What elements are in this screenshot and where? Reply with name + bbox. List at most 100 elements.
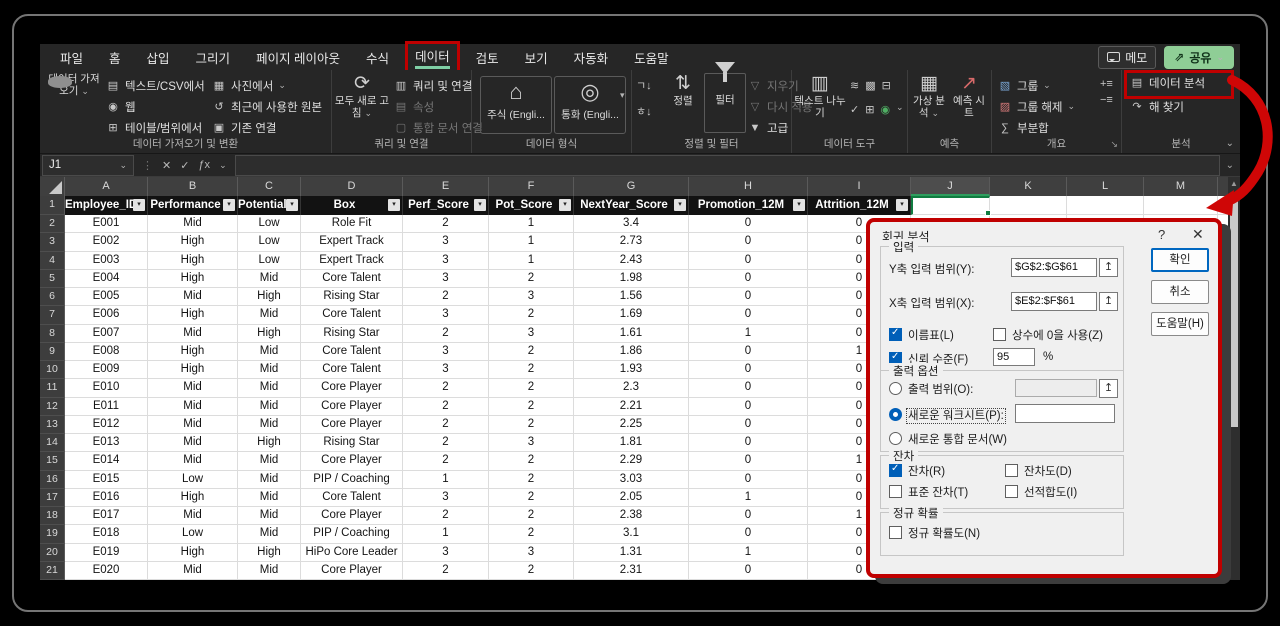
cell[interactable]: 1 <box>689 543 808 562</box>
confidence-input[interactable]: 95 <box>993 348 1035 366</box>
tab-draw[interactable]: 그리기 <box>196 48 231 67</box>
column-header-K[interactable]: K <box>990 177 1067 196</box>
cell[interactable]: E008 <box>65 342 148 361</box>
cell[interactable]: 0 <box>689 288 808 307</box>
cell[interactable]: E011 <box>65 397 148 416</box>
cell[interactable]: E004 <box>65 269 148 288</box>
cell[interactable]: High <box>148 361 238 380</box>
cell[interactable]: 0 <box>689 561 808 580</box>
cell[interactable]: 2.29 <box>574 452 689 471</box>
cell[interactable]: Mid <box>148 561 238 580</box>
cell[interactable]: Low <box>238 215 301 234</box>
filter-dropdown-button[interactable]: ▾ <box>896 199 908 211</box>
cell[interactable]: E014 <box>65 452 148 471</box>
row-number[interactable]: 18 <box>40 507 65 526</box>
y-range-input[interactable]: $G$2:$G$61 <box>1011 258 1097 277</box>
header-cell-perf-score[interactable]: Perf_Score ▾ <box>403 196 489 215</box>
cell[interactable]: 1.93 <box>574 361 689 380</box>
cell[interactable]: Expert Track <box>301 251 403 270</box>
cell[interactable]: Mid <box>238 397 301 416</box>
cell[interactable]: Low <box>148 525 238 544</box>
cell[interactable]: 2 <box>489 342 574 361</box>
cell[interactable]: 3 <box>403 488 489 507</box>
cell[interactable]: 2 <box>403 561 489 580</box>
cell[interactable]: Mid <box>148 397 238 416</box>
normal-probability-plots-checkbox[interactable]: 정규 확률도(N) <box>889 525 980 541</box>
cell[interactable]: High <box>238 434 301 453</box>
cell[interactable]: Rising Star <box>301 288 403 307</box>
cell[interactable]: Mid <box>238 269 301 288</box>
cell[interactable]: 2 <box>403 415 489 434</box>
row-number[interactable]: 5 <box>40 269 65 288</box>
row-number[interactable]: 4 <box>40 251 65 270</box>
cell[interactable]: 2 <box>403 507 489 526</box>
cell[interactable]: Mid <box>148 288 238 307</box>
column-header-C[interactable]: C <box>238 177 301 196</box>
row-number[interactable]: 10 <box>40 361 65 380</box>
cell[interactable]: Role Fit <box>301 215 403 234</box>
insert-function-button[interactable]: ƒx <box>198 159 210 171</box>
residual-plots-checkbox[interactable]: 잔차도(D) <box>1005 463 1072 479</box>
cell[interactable]: PIP / Coaching <box>301 470 403 489</box>
stocks-data-type[interactable]: ⌂ 주식 (Engli... <box>480 76 552 134</box>
from-picture-button[interactable]: ▦ 사진에서 ⌄ <box>212 75 322 96</box>
cell[interactable]: 3 <box>403 361 489 380</box>
cell[interactable]: E003 <box>65 251 148 270</box>
cell[interactable]: Core Player <box>301 379 403 398</box>
cell[interactable]: 3 <box>403 306 489 325</box>
new-workbook-radio[interactable]: 새로운 통합 문서(W) <box>889 431 1007 447</box>
ungroup-button[interactable]: ▨ 그룹 해제 ⌄ <box>998 96 1075 117</box>
scroll-up-arrow[interactable]: ▲ <box>1228 179 1240 188</box>
cell[interactable]: 1 <box>689 488 808 507</box>
column-header-B[interactable]: B <box>148 177 238 196</box>
column-header-M[interactable]: M <box>1144 177 1218 196</box>
cell[interactable]: 1 <box>489 215 574 234</box>
row-number[interactable]: 21 <box>40 561 65 580</box>
cell[interactable]: E015 <box>65 470 148 489</box>
cell[interactable]: 2 <box>489 397 574 416</box>
row-number[interactable]: 7 <box>40 306 65 325</box>
comments-button[interactable]: 메모 <box>1098 45 1157 69</box>
consolidate-button[interactable]: ⊟ <box>882 78 891 94</box>
filter-dropdown-button[interactable]: ▾ <box>223 199 235 211</box>
column-header-F[interactable]: F <box>489 177 574 196</box>
cell[interactable]: 0 <box>689 269 808 288</box>
cell[interactable]: 2 <box>403 324 489 343</box>
cancel-button[interactable]: 취소 <box>1151 280 1209 304</box>
row-number[interactable]: 15 <box>40 452 65 471</box>
formula-input[interactable] <box>234 154 1220 176</box>
cell[interactable]: 2 <box>403 452 489 471</box>
tab-home[interactable]: 홈 <box>109 48 121 67</box>
select-all-corner[interactable] <box>40 177 65 196</box>
row-number[interactable]: 17 <box>40 488 65 507</box>
solver-button[interactable]: ↷ 해 찾기 <box>1130 96 1184 117</box>
existing-connections-button[interactable]: ▣ 기존 연결 <box>212 117 322 138</box>
cell[interactable]: Mid <box>148 215 238 234</box>
cell[interactable]: Mid <box>238 361 301 380</box>
cell[interactable]: Mid <box>148 415 238 434</box>
row-number[interactable]: 1 <box>40 196 65 215</box>
text-to-columns-button[interactable]: ▥ 텍스트 나누기 <box>794 73 846 119</box>
cell[interactable]: 0 <box>689 233 808 252</box>
cell[interactable]: 1.31 <box>574 543 689 562</box>
column-header-E[interactable]: E <box>403 177 489 196</box>
tab-page-layout[interactable]: 페이지 레이아웃 <box>256 48 340 67</box>
filter-dropdown-button[interactable]: ▾ <box>559 199 571 211</box>
cell[interactable]: Mid <box>238 488 301 507</box>
show-detail-button[interactable]: +≡ <box>1100 76 1113 92</box>
cell[interactable]: 2 <box>489 269 574 288</box>
cell[interactable]: 0 <box>689 452 808 471</box>
cell[interactable]: 0 <box>689 251 808 270</box>
header-cell-nextyear-score[interactable]: NextYear_Score ▾ <box>574 196 689 215</box>
row-number[interactable]: 9 <box>40 342 65 361</box>
currency-data-type[interactable]: ◎ 통화 (Engli... <box>554 76 626 134</box>
cell[interactable]: Mid <box>148 379 238 398</box>
cell[interactable]: Low <box>238 233 301 252</box>
cell[interactable]: E009 <box>65 361 148 380</box>
name-box[interactable]: J1 ⌄ <box>42 154 134 176</box>
ok-button[interactable]: 확인 <box>1151 248 1209 272</box>
cell[interactable]: 0 <box>689 397 808 416</box>
cell[interactable]: 3 <box>403 233 489 252</box>
cell[interactable]: Mid <box>238 470 301 489</box>
cell[interactable]: Core Talent <box>301 269 403 288</box>
